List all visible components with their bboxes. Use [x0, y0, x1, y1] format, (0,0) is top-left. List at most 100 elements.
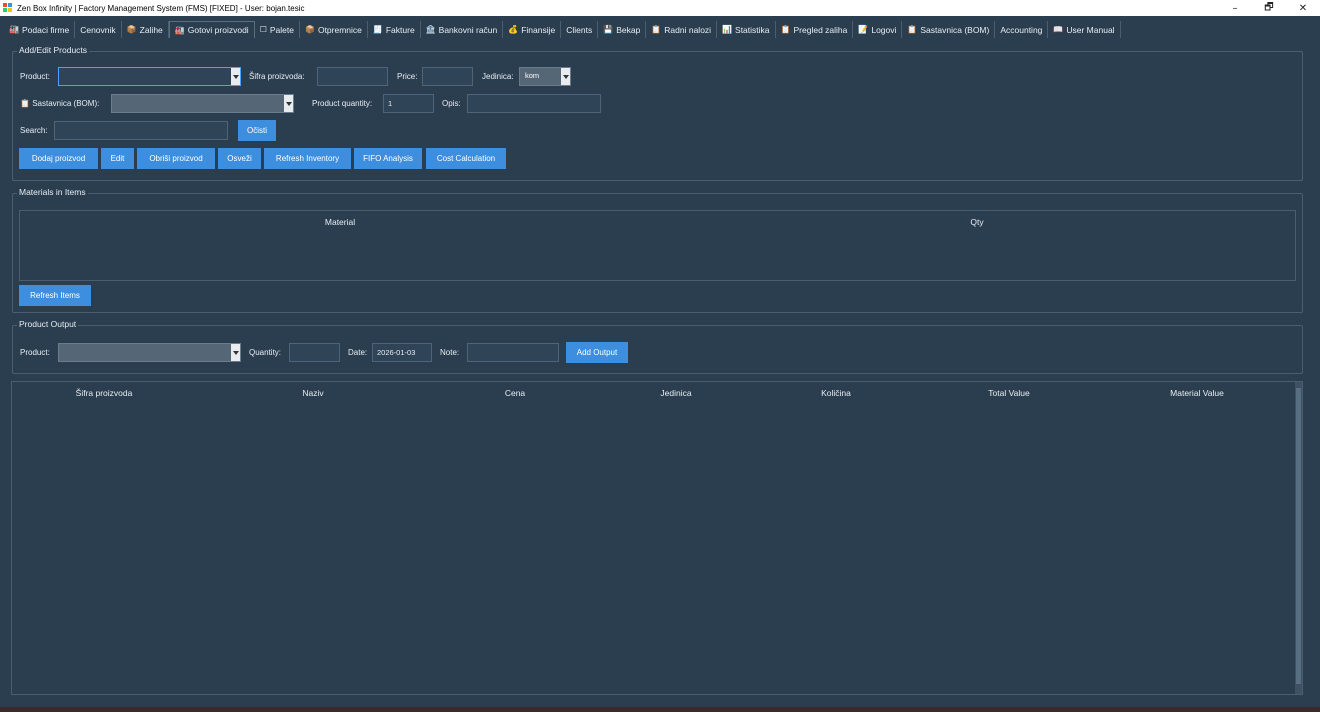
bom-label: 📋 Sastavnica (BOM):	[20, 99, 99, 108]
chevron-down-icon[interactable]	[231, 68, 240, 85]
add-output-button[interactable]: Add Output	[566, 342, 628, 363]
tab-label: Logovi	[871, 24, 897, 35]
tab-label: Pregled zaliha	[793, 24, 848, 35]
price-label: Price:	[397, 72, 418, 81]
title-bar: Zen Box Infinity | Factory Management Sy…	[0, 0, 1320, 16]
tab-label: User Manual	[1066, 24, 1115, 35]
opis-input[interactable]	[467, 94, 601, 113]
group-title: Materials in Items	[17, 187, 88, 197]
edit-button[interactable]: Edit	[101, 148, 134, 169]
materials-table[interactable]: Material Qty	[19, 210, 1296, 281]
refresh-inventory-button[interactable]: Refresh Inventory	[264, 148, 351, 169]
group-title: Product Output	[17, 319, 79, 329]
column-header-material-value[interactable]: Material Value	[1170, 388, 1224, 398]
tab-otpremnice[interactable]: 📦 Otpremnice	[300, 21, 368, 38]
minimize-button[interactable]: –	[1218, 0, 1252, 16]
chevron-down-icon[interactable]	[231, 344, 240, 361]
tab-sastavnica-bom[interactable]: 📋 Sastavnica (BOM)	[902, 21, 996, 38]
cost-calculation-button[interactable]: Cost Calculation	[426, 148, 506, 169]
tab-fakture[interactable]: 🧾 Fakture	[368, 21, 421, 38]
tab-cenovnik[interactable]: Cenovnik	[75, 21, 122, 38]
refresh-items-button[interactable]: Refresh Items	[19, 285, 91, 306]
jedinica-combobox-value: kom	[525, 71, 540, 80]
column-header-kolicina[interactable]: Količina	[821, 388, 851, 398]
product-label: Product:	[20, 72, 50, 81]
clipboard-icon: 📋	[20, 99, 30, 108]
tab-bankovni-racun[interactable]: 🏦 Bankovni račun	[421, 21, 504, 38]
maximize-button[interactable]: 🗗	[1252, 0, 1286, 16]
bom-label-text: Sastavnica (BOM):	[32, 99, 100, 108]
fifo-analysis-button[interactable]: FIFO Analysis	[354, 148, 422, 169]
tab-podaci-firme[interactable]: 🏭 Podaci firme	[4, 21, 76, 38]
column-header-total-value[interactable]: Total Value	[988, 388, 1029, 398]
tab-bar: 🏭 Podaci firme Cenovnik 📦 Zalihe 🏭 Gotovi p…	[0, 21, 1320, 39]
search-input[interactable]	[54, 121, 228, 140]
date-input[interactable]: 2026-01-03	[372, 343, 432, 362]
close-button[interactable]: ✕	[1286, 0, 1320, 16]
jedinica-combobox[interactable]: kom	[519, 67, 571, 86]
tab-bekap[interactable]: 💾 Bekap	[598, 21, 647, 38]
tab-label: Podaci firme	[21, 24, 70, 35]
tab-label: Clients	[566, 24, 593, 35]
column-header-sifra[interactable]: Šifra proizvoda	[76, 388, 133, 398]
column-header-cena[interactable]: Cena	[505, 388, 525, 398]
clear-search-button[interactable]: Očisti	[238, 120, 276, 141]
tab-label: Bekap	[616, 24, 641, 35]
tab-label: Accounting	[1000, 24, 1043, 35]
tab-radni-nalozi[interactable]: 📋 Radni nalozi	[646, 21, 718, 38]
jedinica-label: Jedinica:	[482, 72, 514, 81]
sifra-label: Šifra proizvoda:	[249, 72, 305, 81]
product-quantity-input[interactable]: 1	[383, 94, 434, 113]
chevron-down-icon[interactable]	[284, 95, 293, 112]
tab-accounting[interactable]: Accounting	[995, 21, 1049, 38]
output-product-combobox[interactable]	[58, 343, 241, 362]
column-header-jedinica[interactable]: Jedinica	[660, 388, 691, 398]
receipt-icon: 🧾	[372, 25, 383, 34]
scrollbar-thumb[interactable]	[1296, 388, 1301, 684]
group-title: Add/Edit Products	[17, 45, 90, 55]
tab-label: Finansije	[521, 24, 556, 35]
tab-label: Radni nalozi	[664, 24, 712, 35]
tab-label: Zalihe	[139, 24, 163, 35]
factory-icon: 🏭	[9, 25, 19, 34]
output-quantity-input[interactable]	[289, 343, 340, 362]
pallet-icon: ☐	[259, 25, 267, 34]
refresh-button[interactable]: Osveži	[218, 148, 261, 169]
column-header-qty[interactable]: Qty	[970, 217, 983, 227]
opis-label: Opis:	[442, 99, 461, 108]
bank-icon: 🏦	[425, 25, 436, 34]
tab-finansije[interactable]: 💰 Finansije	[503, 21, 562, 38]
add-product-button[interactable]: Dodaj proizvod	[19, 148, 98, 169]
tab-pregled-zaliha[interactable]: 📋 Pregled zaliha	[776, 21, 854, 38]
tab-label: Bankovni račun	[438, 24, 498, 35]
bom-combobox[interactable]	[111, 94, 294, 113]
output-product-label: Product:	[20, 348, 50, 357]
tab-statistika[interactable]: 📊 Statistika	[717, 21, 776, 38]
memo-icon: 📝	[858, 25, 869, 34]
clipboard-icon: 📋	[907, 25, 918, 34]
search-label: Search:	[20, 126, 48, 135]
column-header-material[interactable]: Material	[325, 217, 355, 227]
product-combobox[interactable]	[58, 67, 241, 86]
clipboard-icon: 📋	[651, 25, 662, 34]
tab-label: Palete	[269, 24, 294, 35]
chevron-down-icon[interactable]	[561, 68, 570, 85]
delete-product-button[interactable]: Obriši proizvod	[137, 148, 215, 169]
note-input[interactable]	[467, 343, 559, 362]
tab-zalihe[interactable]: 📦 Zalihe	[122, 21, 169, 38]
sifra-input[interactable]	[317, 67, 388, 86]
tab-gotovi-proizvodi[interactable]: 🏭 Gotovi proizvodi	[168, 21, 255, 38]
tab-user-manual[interactable]: 📖 User Manual	[1048, 21, 1121, 38]
quantity-label: Quantity:	[249, 348, 282, 357]
tab-label: Otpremnice	[317, 24, 362, 35]
tab-palete[interactable]: ☐ Palete	[255, 21, 300, 38]
clipboard-icon: 📋	[780, 25, 791, 34]
tab-clients[interactable]: Clients	[561, 21, 599, 38]
package-icon: 📦	[304, 25, 315, 34]
column-header-naziv[interactable]: Naziv	[302, 388, 323, 398]
price-input[interactable]	[422, 67, 473, 86]
tab-logovi[interactable]: 📝 Logovi	[853, 21, 903, 38]
tab-label: Cenovnik	[80, 24, 116, 35]
products-table-scrollbar[interactable]	[1295, 382, 1302, 694]
products-table[interactable]: Šifra proizvoda Naziv Cena Jedinica Koli…	[11, 381, 1303, 695]
